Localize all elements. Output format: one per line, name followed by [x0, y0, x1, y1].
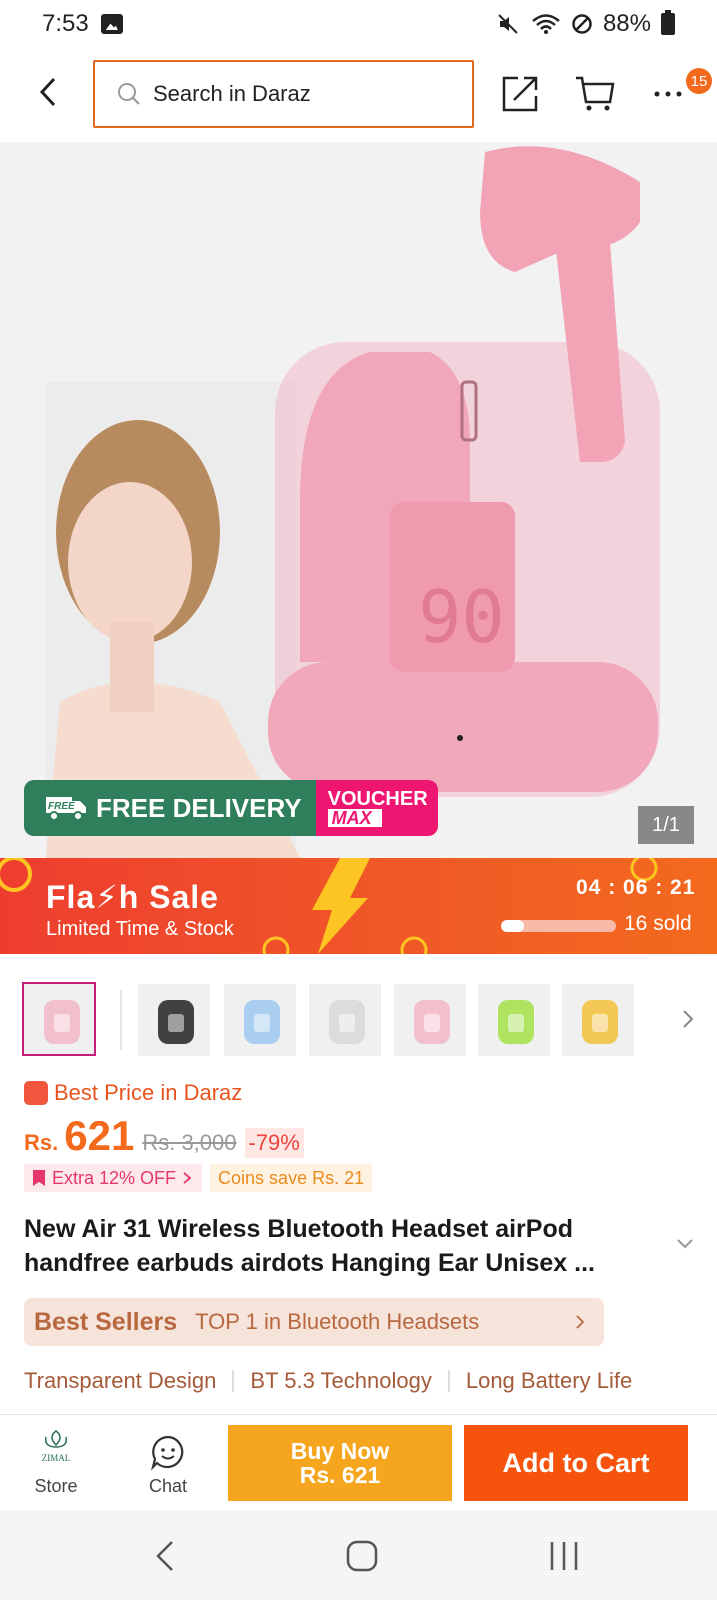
thumbnail-image [562, 984, 634, 1056]
chat-label: Chat [148, 1476, 188, 1496]
store-button[interactable]: ZIMAL Store [30, 1427, 82, 1497]
flash-sale-banner[interactable]: Fla⚡h Sale Limited Time & Stock 04 : 06 … [0, 858, 717, 954]
voucher-max-badge: VOUCHER MAX [315, 780, 438, 836]
thumbnail-strip [22, 980, 702, 1056]
share-icon [502, 76, 538, 112]
thumbnail-item[interactable] [562, 984, 634, 1056]
nav-home-icon[interactable] [342, 1538, 382, 1574]
svg-text:FREE: FREE [48, 801, 75, 812]
flash-sale-subtitle: Limited Time & Stock [46, 918, 234, 940]
discount-badge: -79% [244, 1128, 304, 1158]
search-icon [118, 83, 140, 105]
nav-back-icon[interactable] [146, 1538, 186, 1574]
best-price-label: Best Price in Daraz [24, 1080, 242, 1106]
thumbnail-image [309, 984, 381, 1056]
delivery-truck-icon: FREE [46, 797, 86, 821]
free-delivery-badge: FREE FREE DELIVERY [24, 780, 316, 836]
bottom-action-bar: ZIMAL Store Chat Buy Now Rs. 621 Add to … [0, 1414, 717, 1510]
svg-text:ZIMAL: ZIMAL [42, 1453, 71, 1463]
gallery-notification-icon [100, 14, 123, 34]
system-navigation-bar [0, 1510, 717, 1600]
dnd-icon [572, 14, 592, 34]
voucher-text: VOUCHER [327, 788, 428, 810]
best-price-text: Best Price in Daraz [54, 1080, 243, 1105]
chat-button[interactable]: Chat [142, 1427, 194, 1497]
thumbnail-image [24, 984, 94, 1054]
promo-banner: FREE FREE DELIVERY VOUCHER MAX [24, 780, 438, 836]
add-to-cart-button[interactable]: Add to Cart [464, 1425, 688, 1501]
sold-progress-fill [501, 920, 524, 932]
status-bar: 7:53 88% [0, 0, 717, 48]
feature-item: Long Battery Life [465, 1368, 633, 1393]
voucher-icon [33, 1170, 45, 1186]
flash-sale-title: Fla⚡h Sale [46, 879, 219, 915]
best-sellers-rank: TOP 1 in Bluetooth Headsets [195, 1309, 480, 1334]
coins-tag: Coins save Rs. 21 [210, 1164, 373, 1192]
search-bar[interactable]: Search in Daraz [93, 60, 474, 128]
mute-icon [498, 14, 518, 34]
thumbnail-separator [120, 990, 122, 1050]
product-title[interactable]: New Air 31 Wireless Bluetooth Headset ai… [24, 1212, 664, 1280]
chat-icon [150, 1435, 184, 1471]
thumbnail-image [224, 984, 296, 1056]
voucher-max-text: MAX [327, 809, 382, 827]
promo-tags: Extra 12% OFF Coins save Rs. 21 [24, 1164, 373, 1192]
cart-icon [576, 76, 615, 111]
feature-item: BT 5.3 Technology [250, 1368, 432, 1393]
more-options-button[interactable] [652, 80, 688, 110]
thumbnail-item[interactable] [309, 984, 381, 1056]
buy-now-label: Buy Now [290, 1438, 390, 1464]
thumbnail-item[interactable] [478, 984, 550, 1056]
thumbnail-item[interactable] [138, 984, 210, 1056]
sold-progress-bar [501, 920, 616, 932]
wifi-icon [532, 14, 560, 34]
feature-divider [447, 1370, 450, 1392]
top-header: Search in Daraz 15 [0, 56, 717, 132]
chevron-right-icon[interactable] [676, 1004, 700, 1034]
store-label: Store [34, 1476, 78, 1496]
current-price: 621 [64, 1112, 135, 1159]
store-logo-icon: ZIMAL [42, 1430, 71, 1463]
status-time: 7:53 [42, 10, 89, 37]
currency: Rs. [24, 1130, 59, 1155]
flash-sale-timer: 04 : 06 : 21 [576, 876, 696, 899]
cart-button[interactable] [574, 72, 616, 114]
sold-count: 16 sold [624, 912, 692, 935]
thumbnail-image [138, 984, 210, 1056]
chevron-left-icon [39, 77, 56, 107]
thumbnail-image [478, 984, 550, 1056]
feature-divider [232, 1370, 235, 1392]
buy-now-price: Rs. 621 [299, 1462, 381, 1488]
case-display-number: 90 [418, 575, 505, 659]
original-price: Rs. 3,000 [142, 1130, 237, 1155]
price-row: Rs. 621 Rs. 3,000 -79% [24, 1112, 304, 1160]
best-sellers-label: Best Sellers [34, 1307, 178, 1336]
back-button[interactable] [28, 72, 68, 112]
product-image: 90 [0, 142, 717, 858]
battery-percent: 88% [602, 10, 651, 37]
thumbnail-item[interactable] [224, 984, 296, 1056]
best-price-icon [24, 1081, 48, 1105]
image-counter: 1/1 [638, 806, 694, 844]
battery-icon [661, 10, 675, 35]
product-image-carousel[interactable]: 90 FREE FREE DELIVERY VOUCHER MAX 1/1 [0, 142, 717, 858]
share-button[interactable] [500, 72, 542, 114]
thumbnail-item[interactable] [394, 984, 466, 1056]
thumbnail-item[interactable] [22, 982, 96, 1056]
free-delivery-text: FREE DELIVERY [96, 792, 302, 823]
best-sellers-banner[interactable]: Best Sellers TOP 1 in Bluetooth Headsets [24, 1298, 604, 1346]
more-icon [654, 91, 682, 97]
buy-now-button[interactable]: Buy Now Rs. 621 [228, 1425, 452, 1501]
extra-off-tag[interactable]: Extra 12% OFF [24, 1164, 203, 1192]
feature-item: Transparent Design [24, 1368, 217, 1393]
notification-badge: 15 [686, 68, 712, 94]
feature-highlights: Transparent Design BT 5.3 Technology Lon… [24, 1368, 632, 1394]
chevron-right-icon [576, 1315, 585, 1329]
nav-recents-icon[interactable] [544, 1538, 584, 1574]
extra-off-text: Extra 12% OFF [52, 1167, 177, 1188]
expand-chevron-icon[interactable] [674, 1236, 696, 1252]
thumbnail-image [394, 984, 466, 1056]
chevron-right-icon [183, 1172, 192, 1184]
search-placeholder: Search in Daraz [153, 81, 311, 106]
